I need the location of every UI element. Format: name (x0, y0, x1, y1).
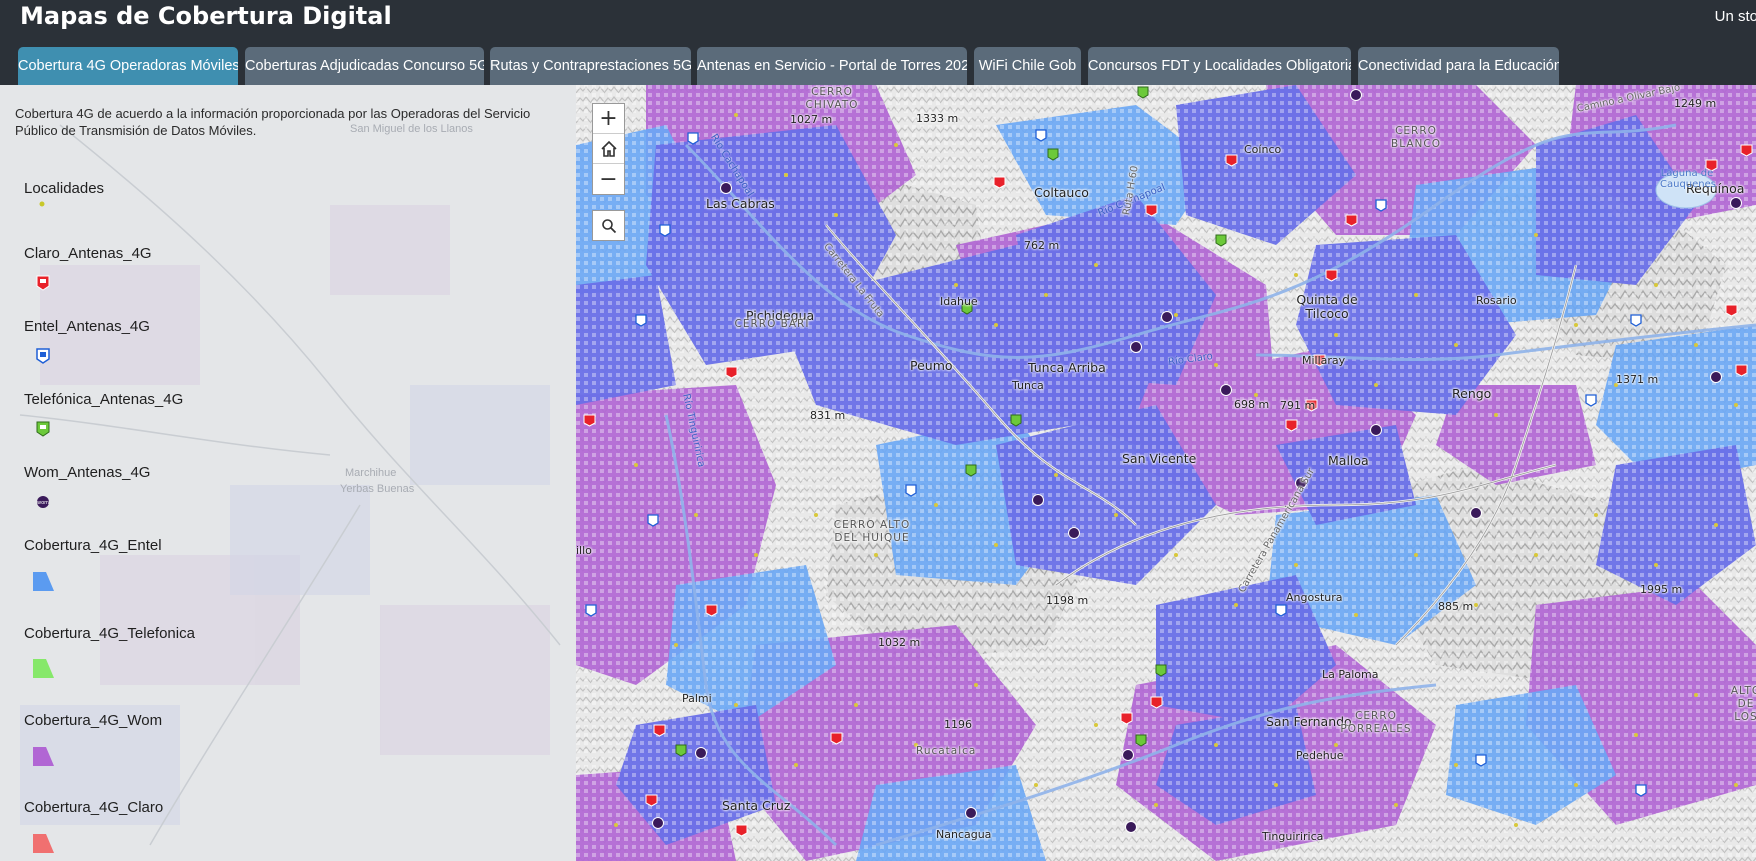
place-malloa: Malloa (1328, 453, 1369, 468)
tab-rutas-5g[interactable]: Rutas y Contraprestaciones 5G (490, 47, 691, 85)
app-title: Mapas de Cobertura Digital (20, 2, 392, 30)
legend-intro: Cobertura 4G de acuerdo a la información… (15, 106, 531, 138)
elev-831: 831 m (810, 409, 846, 422)
ridge-cerro-blanco: CERRO BLANCO (1391, 125, 1441, 150)
entel-antenna-icon (36, 348, 50, 364)
claro-coverage-swatch (33, 834, 54, 853)
wom-antenna-icon: wom (37, 496, 49, 508)
telefonica-antenna-icon (36, 421, 50, 437)
wom-coverage-swatch (33, 747, 54, 766)
legend-title-cobertura-telefonica: Cobertura_4G_Telefonica (24, 625, 195, 642)
place-peumo: Peumo (910, 358, 953, 373)
place-illo: illo (576, 544, 592, 557)
header-right-text: Un sto (1714, 8, 1756, 25)
elev-762: 762 m (1024, 239, 1060, 252)
label-laguna-de-cauquenes: Laguna de Cauquenes (1660, 168, 1716, 190)
legend-title-cobertura-claro: Cobertura_4G_Claro (24, 799, 164, 816)
home-icon (600, 140, 617, 157)
place-angostura: Angostura (1286, 591, 1343, 604)
tab-cobertura-4g[interactable]: Cobertura 4G Operadoras Móviles (18, 47, 238, 85)
place-millaray: Millaray (1302, 354, 1346, 367)
svg-text:wom: wom (37, 500, 49, 506)
place-las-cabras: Las Cabras (706, 196, 775, 211)
elev-1198: 1198 m (1046, 594, 1089, 607)
elev-698: 698 m (1234, 398, 1270, 411)
elev-885: 885 m (1438, 600, 1474, 613)
place-quinta-de-tilcoco: Quinta de Tilcoco (1296, 292, 1358, 321)
tab-coberturas-5g[interactable]: Coberturas Adjudicadas Concurso 5G (245, 47, 484, 85)
ridge-cerro-chivato: CERRO CHIVATO (805, 86, 859, 111)
elev-1333: 1333 m (916, 112, 959, 125)
tab-concursos-fdt[interactable]: Concursos FDT y Localidades Obligatorias (1088, 47, 1351, 85)
app-header: Mapas de Cobertura Digital Un sto (0, 0, 1756, 36)
legend-title-entel-antenas: Entel_Antenas_4G (24, 318, 150, 335)
ridge-cerro-alto-del-huique: CERRO ALTO DEL HUIQUE (833, 519, 911, 544)
place-santa-cruz: Santa Cruz (722, 798, 791, 813)
claro-antenna-icon (36, 275, 50, 291)
entel-coverage-swatch (33, 572, 54, 591)
ridge-cerro-bari: CERRO BARI (734, 318, 810, 330)
search-icon (601, 218, 616, 233)
elev-791: 791 m (1280, 399, 1316, 412)
legend-title-cobertura-entel: Cobertura_4G_Entel (24, 537, 162, 554)
tab-bar: Cobertura 4G Operadoras Móviles Cobertur… (0, 36, 1756, 85)
ridge-alto-de-los: ALTO DE LOS (1730, 685, 1756, 723)
legend-title-telefonica-antenas: Telefónica_Antenas_4G (24, 391, 184, 408)
place-palmi: Palmi (682, 692, 712, 705)
place-idahue: Idahue (940, 295, 978, 308)
place-tunca: Tunca (1012, 379, 1044, 392)
label-1196: 1196 (944, 718, 972, 731)
tab-antenas-servicio[interactable]: Antenas en Servicio - Portal de Torres 2… (697, 47, 967, 85)
ridge-cerro-porreales: CERRO PORREALES (1340, 710, 1412, 735)
elev-1249: 1249 m (1674, 97, 1717, 110)
place-rengo: Rengo (1452, 386, 1492, 401)
map-view[interactable]: Las Cabras Coltauco Coínco Requínoa Pich… (576, 85, 1756, 861)
place-san-vicente: San Vicente (1122, 451, 1197, 466)
legend-panel: San Miguel de los Llanos Marchihue Yerba… (0, 85, 576, 861)
place-tunca-arriba: Tunca Arriba (1028, 360, 1106, 375)
place-rucatalca: Rucatalca (916, 745, 977, 757)
legend-title-claro-antenas: Claro_Antenas_4G (24, 245, 152, 262)
search-button[interactable] (592, 210, 625, 241)
tab-wifi-chile[interactable]: WiFi Chile Gob (974, 47, 1081, 85)
telefonica-coverage-swatch (33, 659, 54, 678)
place-tinguiririca: Tinguiririca (1262, 830, 1324, 843)
place-coltauco: Coltauco (1034, 185, 1089, 200)
elev-1027: 1027 m (790, 113, 833, 126)
tab-conectividad-educacion[interactable]: Conectividad para la Educación (1358, 47, 1559, 85)
legend-title-cobertura-wom: Cobertura_4G_Wom (24, 712, 163, 729)
legend-title-wom-antenas: Wom_Antenas_4G (24, 464, 151, 481)
place-rosario: Rosario (1476, 294, 1517, 307)
elev-1032: 1032 m (878, 636, 921, 649)
zoom-out-button[interactable]: − (593, 164, 624, 194)
place-la-paloma: La Paloma (1322, 668, 1379, 681)
elev-1995: 1995 m (1640, 583, 1683, 596)
legend-title-localidades: Localidades (24, 180, 105, 197)
zoom-controls: + − (592, 103, 625, 195)
localidades-dot-icon (39, 201, 45, 207)
place-coinco: Coínco (1244, 143, 1282, 156)
elev-1371: 1371 m (1616, 373, 1659, 386)
home-button[interactable] (593, 134, 624, 164)
zoom-in-button[interactable]: + (593, 104, 624, 134)
place-pedehue: Pedehue (1296, 749, 1344, 762)
place-nancagua: Nancagua (936, 828, 992, 841)
